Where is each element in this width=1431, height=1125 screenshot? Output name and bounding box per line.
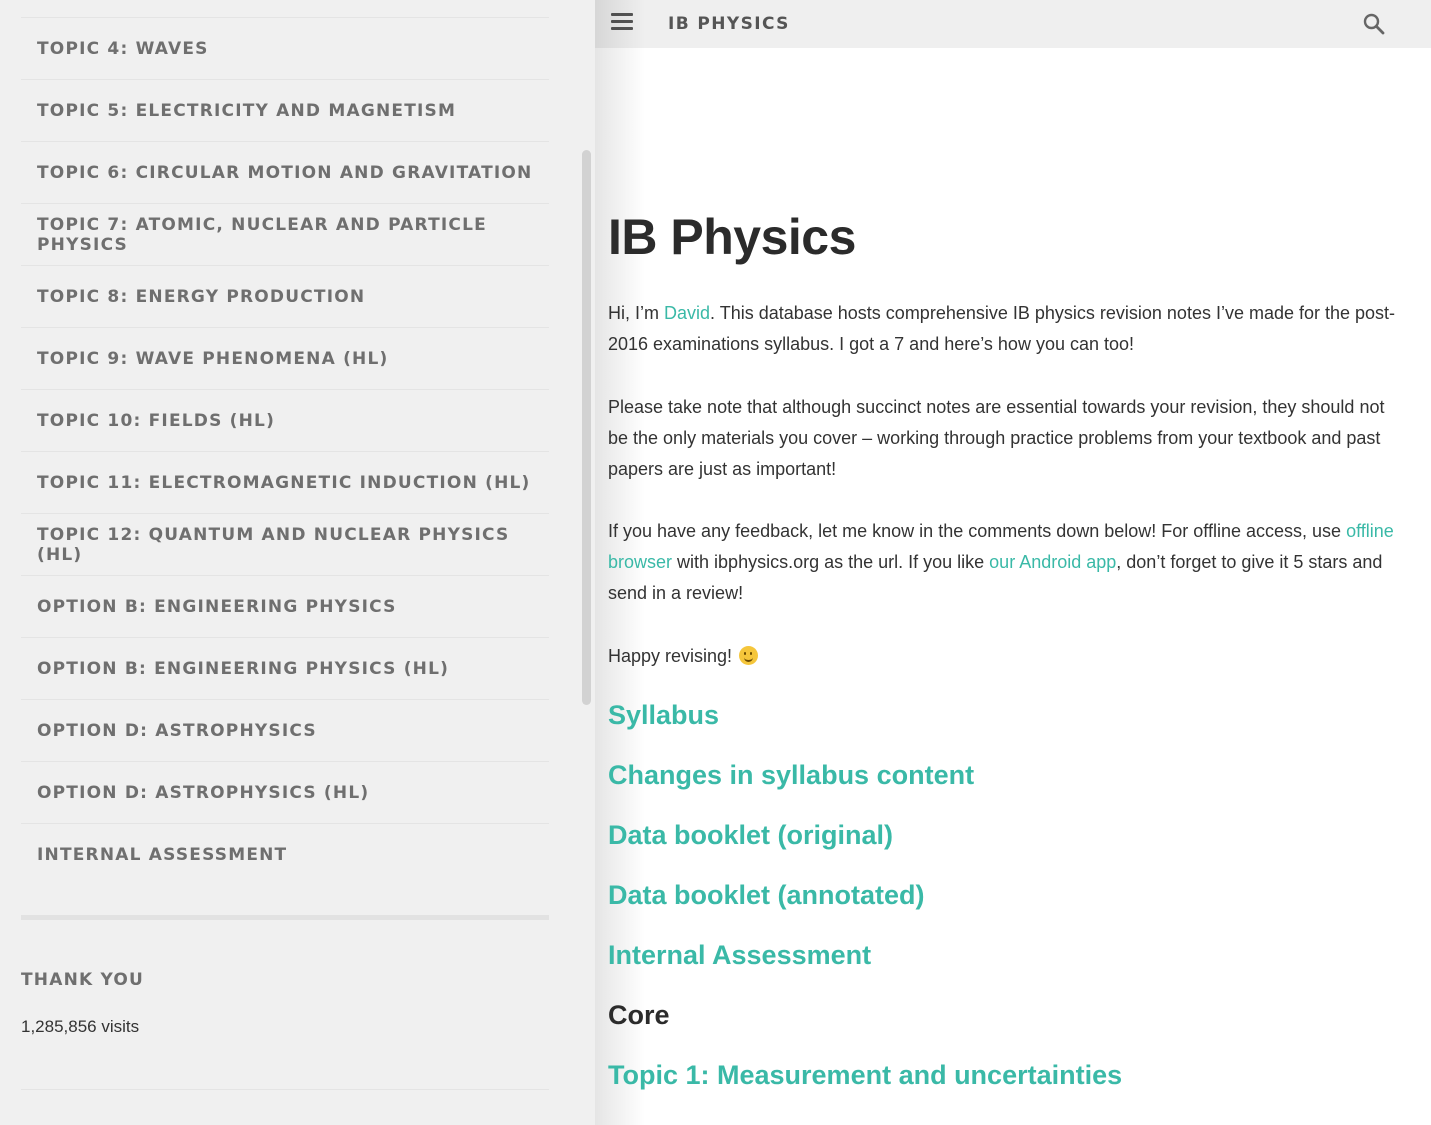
- note-paragraph: Please take note that although succinct …: [608, 397, 1385, 479]
- sidebar-item-topic-8[interactable]: TOPIC 8: ENERGY PRODUCTION: [21, 266, 549, 328]
- closing-paragraph: Happy revising!: [608, 641, 1398, 672]
- data-booklet-original-link[interactable]: Data booklet (original): [608, 820, 893, 851]
- text: with ibphysics.org as the url. If you li…: [672, 552, 990, 572]
- feedback-paragraph: If you have any feedback, let me know in…: [608, 516, 1398, 609]
- sidebar-item-label: TOPIC 8: ENERGY PRODUCTION: [37, 286, 366, 307]
- sidebar-item-internal-assessment[interactable]: INTERNAL ASSESSMENT: [21, 824, 549, 886]
- sidebar-item-topic-7[interactable]: TOPIC 7: ATOMIC, NUCLEAR AND PARTICLE PH…: [21, 204, 549, 266]
- text: If you have any feedback, let me know in…: [608, 521, 1347, 541]
- sidebar-item-label: TOPIC 9: WAVE PHENOMENA (HL): [37, 348, 389, 369]
- sidebar-item-label: INTERNAL ASSESSMENT: [37, 845, 288, 865]
- divider: [21, 915, 549, 920]
- topic-1-link[interactable]: Topic 1: Measurement and uncertainties: [608, 1060, 1122, 1091]
- sidebar-item-option-b-hl[interactable]: OPTION B: ENGINEERING PHYSICS (HL): [21, 638, 549, 700]
- sidebar-item-topic-11[interactable]: TOPIC 11: ELECTROMAGNETIC INDUCTION (HL): [21, 452, 549, 514]
- section-heading-core: Core: [608, 1000, 670, 1030]
- sidebar-item-option-d-hl[interactable]: OPTION D: ASTROPHYSICS (HL): [21, 762, 549, 824]
- android-app-link[interactable]: our Android app: [989, 552, 1116, 572]
- sidebar-item-topic-12[interactable]: TOPIC 12: QUANTUM AND NUCLEAR PHYSICS (H…: [21, 514, 549, 576]
- sidebar-item-option-d[interactable]: OPTION D: ASTROPHYSICS: [21, 700, 549, 762]
- sidebar-scrollbar[interactable]: [582, 150, 591, 705]
- sidebar-item-topic-10[interactable]: TOPIC 10: FIELDS (HL): [21, 390, 549, 452]
- sidebar-item-label: TOPIC 6: CIRCULAR MOTION AND GRAVITATION: [37, 162, 533, 183]
- text: . This database hosts comprehensive IB p…: [608, 303, 1396, 354]
- sidebar-nav: TOPIC 4: WAVES TOPIC 5: ELECTRICITY AND …: [21, 17, 549, 886]
- sidebar-item-label: TOPIC 7: ATOMIC, NUCLEAR AND PARTICLE PH…: [37, 214, 487, 255]
- internal-assessment-link[interactable]: Internal Assessment: [608, 940, 871, 971]
- visit-counter: 1,285,856 visits: [21, 1017, 140, 1036]
- sidebar-item-label: OPTION B: ENGINEERING PHYSICS: [37, 596, 397, 617]
- search-icon[interactable]: [1362, 12, 1386, 36]
- syllabus-changes-link[interactable]: Changes in syllabus content: [608, 760, 974, 791]
- sidebar-item-topic-5[interactable]: TOPIC 5: ELECTRICITY AND MAGNETISM: [21, 80, 549, 142]
- sidebar-item-label: OPTION D: ASTROPHYSICS: [37, 720, 317, 741]
- sidebar-item-label: OPTION D: ASTROPHYSICS (HL): [37, 782, 370, 803]
- widget-title: THANK YOU: [21, 970, 145, 990]
- slightly-smiling-face-icon: [739, 646, 759, 665]
- sidebar-item-label: TOPIC 10: FIELDS (HL): [37, 410, 276, 431]
- sidebar-item-option-b[interactable]: OPTION B: ENGINEERING PHYSICS: [21, 576, 549, 638]
- sidebar: TOPIC 4: WAVES TOPIC 5: ELECTRICITY AND …: [0, 0, 595, 1125]
- intro-paragraph: Hi, I’m David. This database hosts compr…: [608, 298, 1398, 360]
- sidebar-item-topic-9[interactable]: TOPIC 9: WAVE PHENOMENA (HL): [21, 328, 549, 390]
- sidebar-item-label: TOPIC 12: QUANTUM AND NUCLEAR PHYSICS (H…: [37, 524, 510, 565]
- sidebar-item-label: TOPIC 5: ELECTRICITY AND MAGNETISM: [37, 100, 457, 121]
- author-link[interactable]: David: [664, 303, 710, 323]
- sidebar-item-label: OPTION B: ENGINEERING PHYSICS (HL): [37, 658, 450, 679]
- sidebar-item-label: TOPIC 4: WAVES: [37, 38, 209, 59]
- top-bar: IB PHYSICS: [595, 0, 1431, 48]
- divider: [21, 1089, 549, 1090]
- sidebar-menu: TOPIC 4: WAVES TOPIC 5: ELECTRICITY AND …: [21, 18, 549, 886]
- data-booklet-annotated-link[interactable]: Data booklet (annotated): [608, 880, 925, 911]
- text: Hi, I’m: [608, 303, 664, 323]
- sidebar-item-topic-6[interactable]: TOPIC 6: CIRCULAR MOTION AND GRAVITATION: [21, 142, 549, 204]
- page-title: IB Physics: [608, 209, 856, 265]
- site-title[interactable]: IB PHYSICS: [668, 14, 790, 34]
- sidebar-item-label: TOPIC 11: ELECTROMAGNETIC INDUCTION (HL): [37, 472, 531, 493]
- hamburger-menu-icon[interactable]: [611, 13, 633, 31]
- syllabus-link[interactable]: Syllabus: [608, 700, 719, 731]
- sidebar-item-topic-4[interactable]: TOPIC 4: WAVES: [21, 18, 549, 80]
- text: Happy revising!: [608, 646, 738, 666]
